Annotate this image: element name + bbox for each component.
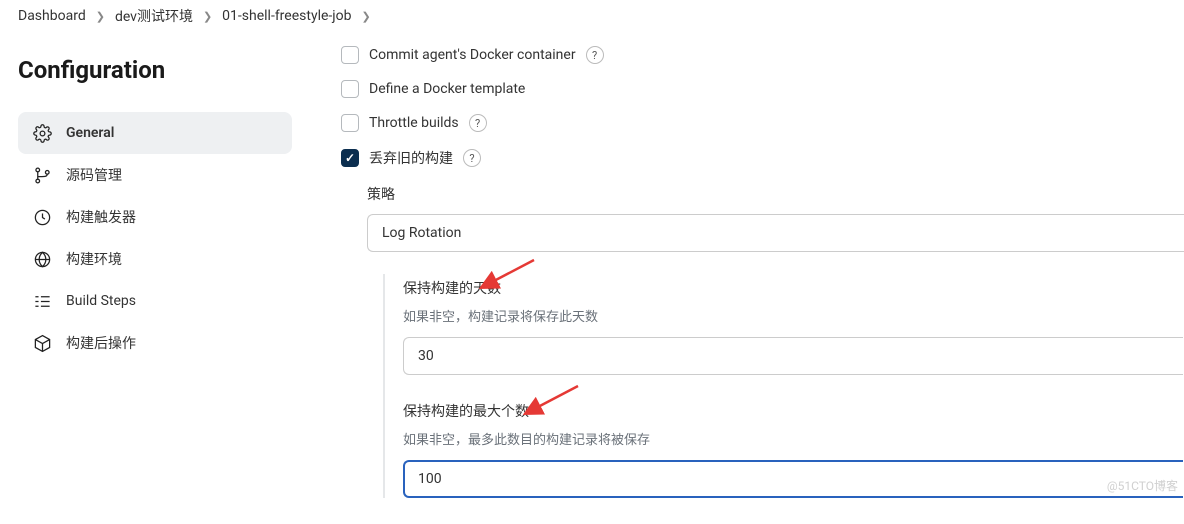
help-icon[interactable]: ? [469, 114, 487, 132]
sidebar-item-post-build[interactable]: 构建后操作 [18, 322, 292, 364]
sidebar-item-label: 构建后操作 [66, 333, 136, 353]
chevron-right-icon: ❯ [361, 10, 370, 23]
sidebar-item-label: 源码管理 [66, 165, 122, 185]
globe-icon [32, 249, 52, 269]
page-title: Configuration [18, 56, 292, 84]
sidebar-item-general[interactable]: General [18, 112, 292, 154]
watermark: @51CTO博客 [1107, 477, 1178, 494]
help-icon[interactable]: ? [586, 46, 604, 64]
chevron-right-icon: ❯ [203, 10, 212, 23]
max-builds-hint: 如果非空，最多此数目的构建记录将被保存 [403, 429, 1184, 448]
max-builds-input[interactable]: 100 [403, 460, 1183, 498]
strategy-select[interactable]: Log Rotation [367, 214, 1184, 252]
package-icon [32, 333, 52, 353]
breadcrumb-item-job[interactable]: 01-shell-freestyle-job [222, 8, 351, 24]
sidebar-item-scm[interactable]: 源码管理 [18, 154, 292, 196]
main-content: Commit agent's Docker container ? Define… [310, 32, 1184, 524]
branch-icon [32, 165, 52, 185]
sidebar-item-label: 构建环境 [66, 249, 122, 269]
days-to-keep-input[interactable]: 30 [403, 337, 1183, 375]
sidebar-item-label: Build Steps [66, 293, 136, 309]
max-builds-label: 保持构建的最大个数 [403, 401, 1184, 421]
sidebar: Configuration General 源码管理 构建触发器 构建环境 [0, 32, 310, 524]
checkbox-throttle-builds[interactable] [341, 114, 359, 132]
sidebar-item-environment[interactable]: 构建环境 [18, 238, 292, 280]
checkbox-commit-docker[interactable] [341, 46, 359, 64]
option-label: Throttle builds [369, 115, 459, 131]
option-label: Define a Docker template [369, 81, 525, 97]
breadcrumb-item-env[interactable]: dev测试环境 [115, 6, 193, 26]
checkbox-define-docker-template[interactable] [341, 80, 359, 98]
chevron-right-icon: ❯ [96, 10, 105, 23]
option-label: Commit agent's Docker container [369, 47, 576, 63]
strategy-header: 策略 [367, 184, 1184, 204]
sidebar-item-label: General [66, 125, 114, 141]
sidebar-item-label: 构建触发器 [66, 207, 136, 227]
clock-icon [32, 207, 52, 227]
option-label: 丢弃旧的构建 [369, 148, 453, 168]
breadcrumb-item-dashboard[interactable]: Dashboard [18, 8, 86, 24]
help-icon[interactable]: ? [463, 149, 481, 167]
sidebar-item-triggers[interactable]: 构建触发器 [18, 196, 292, 238]
steps-icon [32, 291, 52, 311]
days-to-keep-hint: 如果非空，构建记录将保存此天数 [403, 306, 1184, 325]
checkbox-discard-old[interactable] [341, 149, 359, 167]
days-to-keep-label: 保持构建的天数 [403, 278, 1184, 298]
sidebar-item-build-steps[interactable]: Build Steps [18, 280, 292, 322]
breadcrumb: Dashboard ❯ dev测试环境 ❯ 01-shell-freestyle… [0, 0, 1184, 32]
gear-icon [32, 123, 52, 143]
